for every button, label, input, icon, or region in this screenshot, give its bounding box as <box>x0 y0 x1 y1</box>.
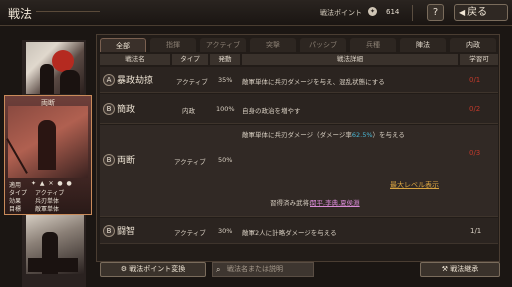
rank-badge: B <box>103 103 115 115</box>
rank-badge: B <box>103 225 115 237</box>
learn-count: 0/1 <box>469 76 481 84</box>
tab-formation[interactable]: 陣法 <box>400 38 446 52</box>
learn-count: 1/1 <box>470 227 482 235</box>
tab-command[interactable]: 指揮 <box>150 38 196 52</box>
detail-prefix: 敵軍単体に兵刃ダメージ（ダメージ率 <box>242 131 352 139</box>
learn-count: 0/2 <box>469 105 481 113</box>
stat-target-key: 目標 <box>9 206 22 213</box>
points-value: 614 <box>386 8 400 16</box>
col-header-name: 戦法名 <box>100 54 170 65</box>
blade-silhouette <box>6 138 28 174</box>
skill-type: 内政 <box>182 107 195 115</box>
stat-target-value: 敵軍単体 <box>35 206 60 213</box>
points-label: 戦法ポイント <box>320 9 362 17</box>
rider-silhouette <box>40 64 54 94</box>
detail-damage-rate: 62.5% <box>351 131 373 139</box>
red-sun-art <box>52 50 74 72</box>
crowd-silhouette <box>28 258 78 272</box>
detail-suffix: ）を与える <box>372 131 405 139</box>
learned-generals-label: 習得済み武将: <box>270 199 312 207</box>
learned-generals-links[interactable]: 関平,李典,夏侯淵 <box>310 197 360 207</box>
search-icon: ⌕ <box>216 265 221 274</box>
skill-rate: 30% <box>218 227 233 235</box>
rank-badge: A <box>103 74 115 86</box>
tab-domestic[interactable]: 内政 <box>450 38 496 52</box>
col-header-rate: 発動 <box>210 54 240 65</box>
rank-badge: B <box>103 154 115 166</box>
skill-card-art <box>6 106 88 178</box>
tab-passive[interactable]: パッシブ <box>300 38 346 52</box>
skill-traits-icons: ✦ ▲ ✕ ● ● <box>31 180 73 187</box>
table-row[interactable]: B 闘智 アクティブ 30% 敵軍2人に計略ダメージを与える 1/1 <box>100 218 498 244</box>
help-button[interactable]: ? <box>427 4 444 21</box>
skill-rate: 100% <box>216 105 235 113</box>
col-header-learn: 学習可 <box>460 54 498 65</box>
tab-active[interactable]: アクティブ <box>200 38 246 52</box>
skill-detail: 自身の政治を増やす <box>242 107 301 115</box>
table-row[interactable]: A 暴政劫掠 アクティブ 35% 敵軍単体に兵刃ダメージを与え、混乱状態にする … <box>100 67 498 93</box>
tab-charge[interactable]: 突撃 <box>250 38 296 52</box>
skill-rate: 35% <box>218 76 233 84</box>
convert-points-button[interactable]: ⚙ 戦法ポイント変換 <box>100 262 206 277</box>
skill-detail: 敵軍単体に兵刃ダメージ（ダメージ率62.5%）を与える <box>242 129 405 139</box>
skill-name: 暴政劫掠 <box>117 76 154 86</box>
skill-name: 簡政 <box>117 105 136 115</box>
convert-label: 戦法ポイント変換 <box>129 265 186 273</box>
horse-silhouette <box>60 70 80 94</box>
back-label: 戻る <box>467 7 488 18</box>
inherit-skill-button[interactable]: ⚒ 戦法継承 <box>420 262 500 277</box>
col-header-detail: 戦法詳細 <box>242 54 458 65</box>
inherit-label: 戦法継承 <box>450 265 479 273</box>
search-input[interactable]: 戦法名または説明 <box>212 262 314 277</box>
convert-icon: ⚙ <box>120 265 128 273</box>
points-coin-icon: ✦ <box>368 7 377 16</box>
skill-type: アクティブ <box>176 78 208 86</box>
skill-detail: 敵軍単体に兵刃ダメージを与え、混乱状態にする <box>242 78 385 86</box>
skill-type: アクティブ <box>174 229 206 237</box>
page-title: 戦法 <box>8 7 33 21</box>
skill-name: 両断 <box>117 156 136 166</box>
learn-count: 0/3 <box>469 149 481 157</box>
category-tabs: 全部 指揮 アクティブ 突撃 パッシブ 兵種 陣法 内政 <box>100 38 498 52</box>
col-header-type: タイプ <box>172 54 208 65</box>
title-ornament <box>36 11 100 12</box>
back-button[interactable]: ◀ 戻る <box>454 4 508 21</box>
hammer-icon: ⚒ <box>441 265 449 273</box>
swordsman-silhouette <box>38 120 56 170</box>
tab-all[interactable]: 全部 <box>100 38 146 52</box>
max-level-link[interactable]: 最大レベル表示 <box>390 180 439 190</box>
skill-rate: 50% <box>218 156 233 164</box>
chevron-left-icon: ◀ <box>459 8 466 17</box>
tab-troop[interactable]: 兵種 <box>350 38 396 52</box>
table-row[interactable]: B 簡政 内政 100% 自身の政治を増やす 0/2 <box>100 94 498 124</box>
skill-type: アクティブ <box>174 158 206 166</box>
skill-detail: 敵軍2人に計略ダメージを与える <box>242 229 337 237</box>
divider <box>412 5 413 21</box>
top-bar: 戦法 戦法ポイント ✦ 614 ? ◀ 戻る <box>0 0 512 26</box>
skill-name: 闘智 <box>117 227 136 237</box>
table-row-expanded[interactable]: B 両断 アクティブ 50% 敵軍単体に兵刃ダメージ（ダメージ率62.5%）を与… <box>100 125 498 217</box>
selected-skill-card[interactable]: 両断 ✦ ▲ ✕ ● ● 適用 タイプ アクティブ 効果 兵刃単体 目標 敵軍単… <box>4 95 92 215</box>
